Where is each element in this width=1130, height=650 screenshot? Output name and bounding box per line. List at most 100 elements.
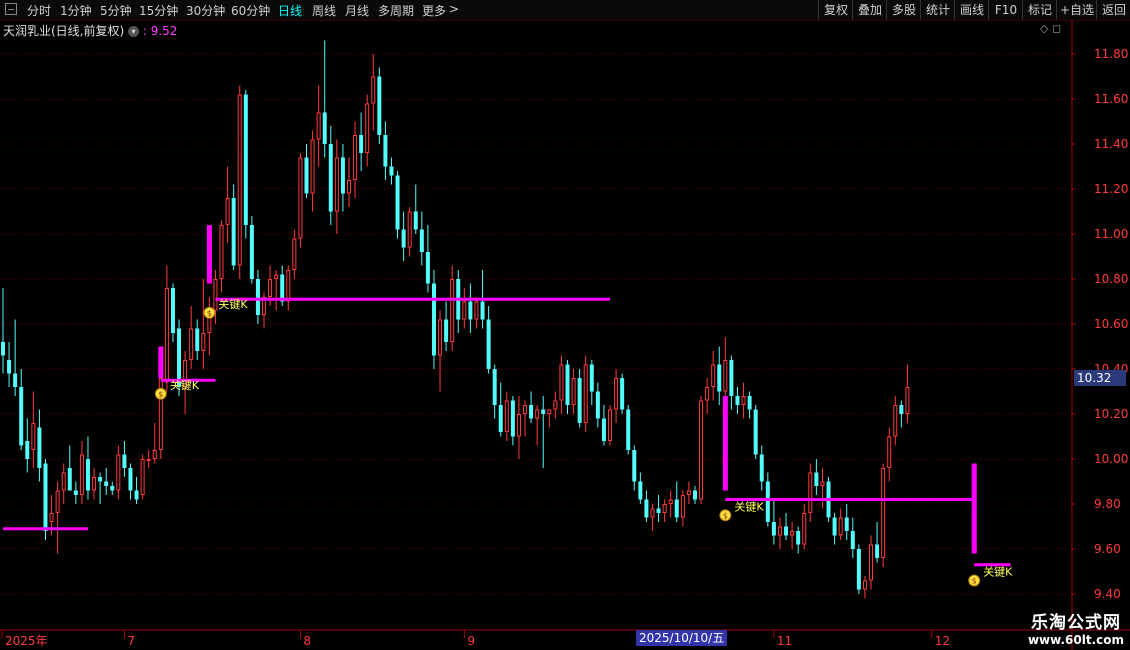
candle-body-142	[862, 580, 867, 590]
marker-bar-2	[722, 396, 728, 491]
candle-body-18	[110, 486, 115, 491]
candle-body-55	[334, 157, 339, 212]
candle-body-77	[468, 301, 473, 320]
candle-body-88	[535, 409, 540, 419]
candle-body-5	[31, 423, 36, 450]
y-tick-label-0: 9.40	[1094, 587, 1121, 601]
candle-body-50	[304, 157, 309, 194]
period-tab-2[interactable]: 5分钟	[100, 2, 132, 19]
candle-body-102	[620, 378, 625, 410]
candle-body-135	[820, 481, 825, 486]
marker-bar-1	[206, 225, 212, 284]
candle-body-2	[13, 373, 18, 387]
candle-body-83	[504, 400, 509, 432]
candle-body-125	[759, 454, 764, 482]
toolbar-button-0[interactable]: 复权	[818, 0, 853, 20]
toolbar-button-6[interactable]: 标记	[1022, 0, 1057, 20]
candle-body-65	[395, 175, 400, 230]
x-tick-label-4: 11	[777, 634, 792, 648]
candle-body-57	[346, 180, 351, 194]
candle-body-117	[711, 364, 716, 387]
candle-body-20	[122, 454, 127, 468]
candle-body-95	[577, 378, 582, 423]
toolbar-button-2[interactable]: 多股	[886, 0, 921, 20]
more-arrow-icon[interactable]: >	[449, 2, 459, 16]
candle-body-17	[104, 481, 109, 486]
toolbar-button-5[interactable]: F10	[988, 0, 1023, 20]
period-toolbar: 分时 1分钟 5分钟 15分钟 30分钟 60分钟 日线 周线 月线 多周期 更多 > 复权 叠加 多股统…	[0, 0, 1130, 21]
period-tab-6[interactable]: 日线	[278, 2, 302, 19]
candle-body-22	[134, 490, 139, 500]
y-tick-label-12: 11.80	[1094, 47, 1128, 61]
toolbar-button-3[interactable]: 统计	[920, 0, 955, 20]
candle-body-130	[790, 531, 795, 536]
candle-body-124	[753, 409, 758, 455]
x-tick-label-1: 7	[127, 634, 135, 648]
candle-body-134	[814, 472, 819, 486]
candle-body-146	[887, 436, 892, 468]
period-tab-4[interactable]: 30分钟	[186, 2, 225, 19]
candle-body-21	[128, 468, 133, 491]
candle-body-139	[844, 517, 849, 531]
period-tab-3[interactable]: 15分钟	[139, 2, 178, 19]
candle-body-14	[85, 459, 90, 491]
period-tab-1[interactable]: 1分钟	[60, 2, 92, 19]
candle-body-52	[316, 112, 321, 140]
candle-body-61	[371, 76, 376, 104]
toolbar-button-1[interactable]: 叠加	[852, 0, 887, 20]
candle-body-99	[601, 418, 606, 441]
candlestick-chart[interactable]: 9.409.609.8010.0010.2010.4010.6010.8011.…	[0, 20, 1130, 650]
candle-body-140	[850, 531, 855, 549]
y-tick-label-11: 11.60	[1094, 92, 1128, 106]
candle-body-103	[626, 409, 631, 450]
y-tick-label-7: 10.80	[1094, 272, 1128, 286]
candle-body-9	[55, 490, 60, 513]
candle-body-24	[146, 459, 151, 461]
candle-body-38	[231, 198, 236, 266]
period-tab-10[interactable]: 更多	[422, 2, 446, 19]
candle-body-49	[298, 157, 303, 239]
period-tab-8[interactable]: 月线	[345, 2, 369, 19]
candle-body-141	[856, 549, 861, 590]
candle-body-143	[869, 544, 874, 581]
candle-body-63	[383, 135, 388, 167]
period-tab-9[interactable]: 多周期	[378, 2, 414, 19]
marker-bar-3	[971, 463, 977, 554]
toolbar-button-8[interactable]: 返回	[1096, 0, 1130, 20]
toolbar-button-4[interactable]: 画线	[954, 0, 989, 20]
candle-body-132	[802, 513, 807, 545]
candle-body-149	[905, 387, 910, 414]
x-tick-label-0: 2025年	[5, 634, 48, 648]
candle-body-145	[881, 468, 886, 558]
x-tick-label-2: 8	[303, 634, 311, 648]
candle-body-87	[529, 405, 534, 419]
candle-body-90	[547, 409, 552, 414]
candle-body-45	[274, 274, 279, 279]
candle-body-56	[340, 157, 345, 194]
candle-body-107	[650, 508, 655, 518]
menu-icon[interactable]	[5, 3, 17, 15]
candle-body-37	[225, 198, 230, 225]
period-tab-5[interactable]: 60分钟	[231, 2, 270, 19]
candle-body-116	[705, 387, 710, 401]
x-tick-label-5: 12	[935, 634, 950, 648]
candle-body-51	[310, 139, 315, 194]
candle-body-76	[462, 301, 467, 320]
candle-body-147	[893, 405, 898, 437]
candle-body-120	[729, 360, 734, 396]
period-tab-0[interactable]: 分时	[27, 2, 51, 19]
candle-body-13	[79, 454, 84, 495]
toolbar-button-7[interactable]: +自选	[1056, 0, 1097, 20]
candle-body-67	[407, 211, 412, 248]
key-k-label-0: 关键K	[170, 378, 200, 392]
candle-body-46	[280, 274, 285, 302]
candle-body-42	[255, 279, 260, 315]
candle-body-31	[189, 328, 194, 360]
candle-body-12	[73, 490, 78, 495]
period-tab-7[interactable]: 周线	[312, 2, 336, 19]
candle-body-121	[735, 396, 740, 405]
candle-body-111	[674, 499, 679, 518]
money-bag-symbol: $	[723, 511, 728, 520]
candle-body-112	[680, 495, 685, 518]
money-bag-symbol: $	[972, 577, 977, 586]
